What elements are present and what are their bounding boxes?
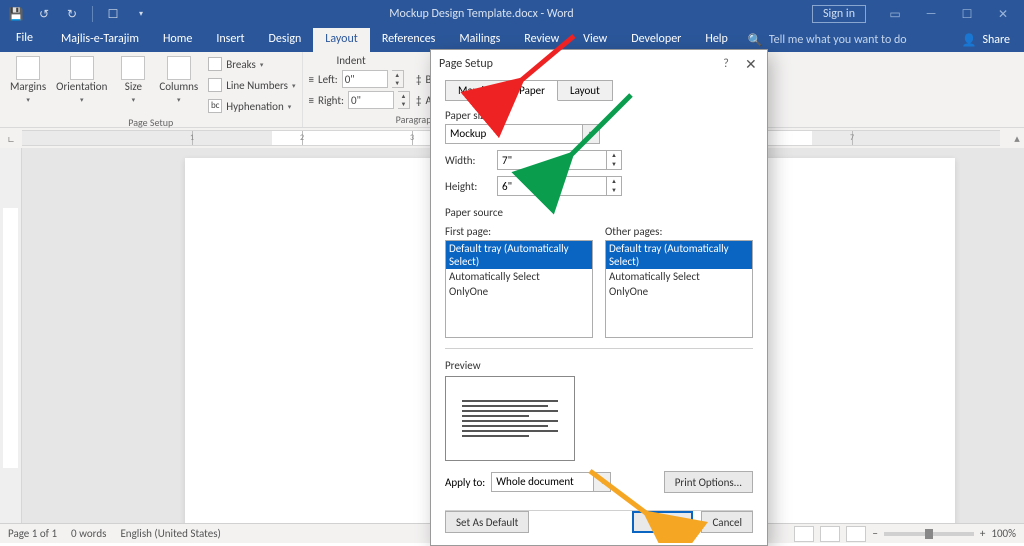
close-icon[interactable]: ✕ (986, 2, 1020, 26)
paper-source-label: Paper source (445, 206, 753, 219)
signin-button[interactable]: Sign in (812, 5, 866, 23)
first-page-label: First page: (445, 225, 593, 238)
view-print-icon[interactable] (820, 526, 840, 542)
set-default-button[interactable]: Set As Default (445, 511, 529, 533)
undo-icon[interactable]: ↺ (34, 4, 54, 24)
indent-right-input[interactable]: 0" (348, 91, 394, 109)
list-item: Automatically Select (606, 269, 752, 284)
redo-icon[interactable]: ↻ (62, 4, 82, 24)
maximize-icon[interactable]: ☐ (950, 2, 984, 26)
list-item: Default tray (Automatically Select) (606, 241, 752, 269)
first-page-listbox[interactable]: Default tray (Automatically Select) Auto… (445, 240, 593, 338)
zoom-in-icon[interactable]: + (980, 527, 985, 540)
zoom-out-icon[interactable]: − (872, 527, 877, 540)
margins-button[interactable]: Margins▾ (6, 54, 50, 116)
tab-insert[interactable]: Insert (204, 28, 256, 52)
spacing-after-icon: ‡ (416, 94, 421, 107)
width-spinner[interactable]: ▲▼ (607, 150, 622, 170)
minimize-icon[interactable]: — (914, 2, 948, 26)
qat-more-icon[interactable]: ▾ (131, 4, 151, 24)
share-button[interactable]: Share (982, 33, 1010, 47)
indent-right-spinner[interactable]: ▲▼ (398, 91, 410, 109)
apply-to-select[interactable]: Whole document (491, 472, 594, 492)
dialog-title: Page Setup (439, 57, 493, 71)
zoom-level[interactable]: 100% (991, 527, 1016, 540)
tab-home[interactable]: Home (151, 28, 204, 52)
preview-box (445, 376, 575, 461)
ruler-toggle-icon[interactable]: ▴ (1010, 132, 1024, 145)
paper-size-select[interactable]: Mockup (445, 124, 583, 144)
share-icon: 👤 (961, 33, 976, 48)
width-input[interactable] (497, 150, 607, 170)
paper-size-dropdown-icon[interactable]: ▾ (583, 124, 600, 144)
list-item: OnlyOne (606, 284, 752, 299)
dialog-tab-layout[interactable]: Layout (557, 80, 613, 101)
dialog-tab-margins[interactable]: Margins (445, 80, 507, 101)
view-web-icon[interactable] (846, 526, 866, 542)
apply-to-dropdown-icon[interactable]: ▾ (594, 472, 611, 492)
search-icon: 🔍 (748, 33, 763, 48)
breaks-button[interactable]: Breaks ▾ (208, 54, 295, 74)
paper-size-label: Paper size: (445, 109, 753, 122)
preview-label: Preview (445, 359, 753, 372)
cancel-button[interactable]: Cancel (701, 511, 753, 533)
line-numbers-button[interactable]: Line Numbers ▾ (208, 75, 295, 95)
columns-button[interactable]: Columns▾ (155, 54, 202, 116)
dialog-close-icon[interactable]: ✕ (741, 56, 759, 73)
dialog-tab-paper[interactable]: Paper (506, 80, 558, 101)
save-icon[interactable]: 💾 (6, 4, 26, 24)
status-page[interactable]: Page 1 of 1 (8, 527, 57, 540)
quick-print-icon[interactable]: ☐ (103, 4, 123, 24)
print-options-button[interactable]: Print Options... (664, 471, 753, 493)
ribbon-display-icon[interactable]: ▭ (878, 2, 912, 26)
size-button[interactable]: Size▾ (113, 54, 153, 116)
width-label: Width: (445, 154, 487, 167)
apply-to-label: Apply to: (445, 476, 485, 489)
tab-layout[interactable]: Layout (313, 28, 370, 52)
indent-left-icon: ≡ (309, 73, 314, 86)
indent-left-input[interactable]: 0" (342, 70, 388, 88)
list-item: Default tray (Automatically Select) (446, 241, 592, 269)
hyphenation-button[interactable]: bcHyphenation ▾ (208, 96, 295, 116)
title-bar: 💾 ↺ ↻ ☐ ▾ Mockup Design Template.docx - … (0, 0, 1024, 28)
height-spinner[interactable]: ▲▼ (607, 176, 622, 196)
vertical-ruler[interactable] (0, 148, 22, 523)
ok-button[interactable]: OK (632, 511, 693, 533)
height-label: Height: (445, 180, 487, 193)
group-label-page-setup: Page Setup (6, 116, 296, 129)
tab-custom[interactable]: Majlis-e-Tarajim (49, 28, 151, 52)
document-title: Mockup Design Template.docx - Word (151, 7, 812, 21)
tell-me-search[interactable]: 🔍 Tell me what you want to do (748, 28, 907, 52)
tab-stop-icon[interactable]: ∟ (0, 132, 22, 145)
other-pages-label: Other pages: (605, 225, 753, 238)
page-setup-dialog: Page Setup ? ✕ Margins Paper Layout Pape… (430, 49, 768, 546)
orientation-button[interactable]: Orientation▾ (52, 54, 111, 116)
tab-file[interactable]: File (0, 28, 49, 52)
view-read-icon[interactable] (794, 526, 814, 542)
tab-design[interactable]: Design (257, 28, 314, 52)
indent-right-icon: ≡ (309, 94, 314, 107)
indent-left-spinner[interactable]: ▲▼ (392, 70, 404, 88)
spacing-before-icon: ‡ (416, 73, 421, 86)
status-language[interactable]: English (United States) (120, 527, 220, 540)
list-item: OnlyOne (446, 284, 592, 299)
other-pages-listbox[interactable]: Default tray (Automatically Select) Auto… (605, 240, 753, 338)
status-words[interactable]: 0 words (71, 527, 106, 540)
zoom-slider[interactable] (884, 532, 974, 536)
dialog-help-icon[interactable]: ? (719, 57, 733, 71)
list-item: Automatically Select (446, 269, 592, 284)
height-input[interactable] (497, 176, 607, 196)
